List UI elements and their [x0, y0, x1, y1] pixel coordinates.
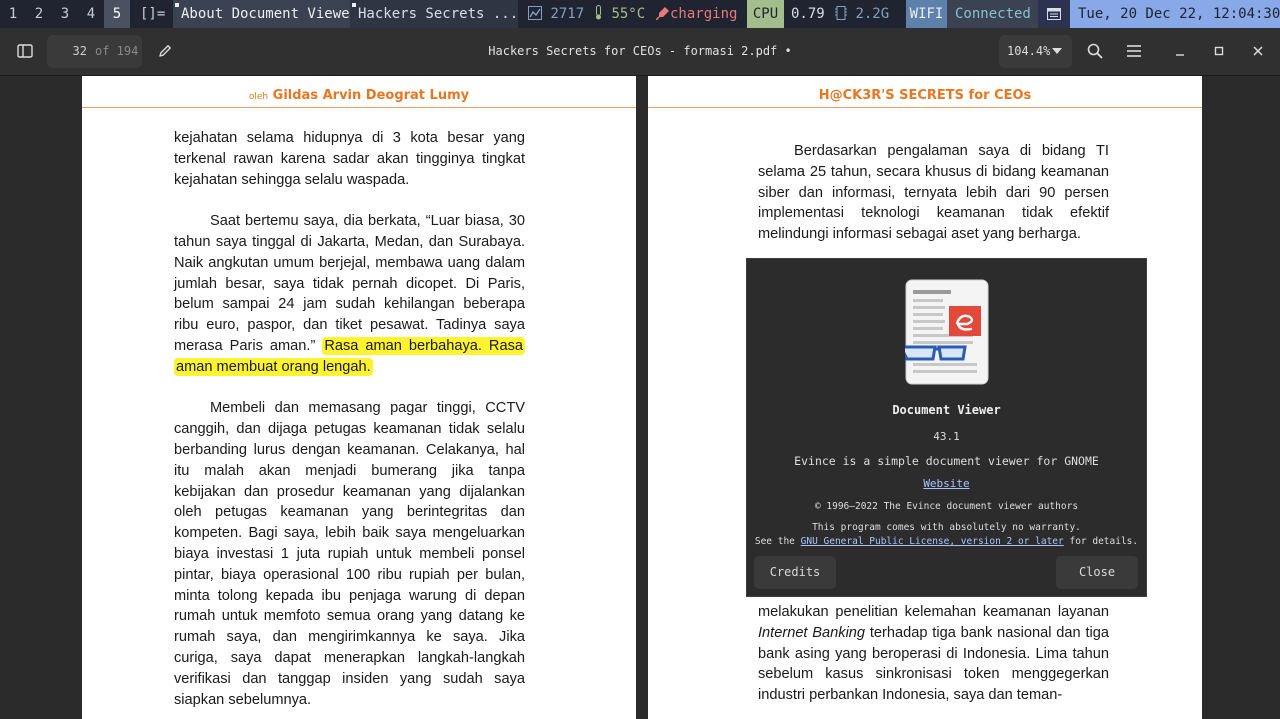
- zoom-selector[interactable]: 104.4%: [999, 35, 1072, 68]
- header-author: Gildas Arvin Deograt Lumy: [272, 88, 470, 103]
- copyright-text: © 1996–2022 The Evince document viewer a…: [814, 501, 1079, 512]
- maximize-icon: [1214, 46, 1224, 56]
- window-title-hackers[interactable]: Hackers Secrets ...: [350, 0, 518, 28]
- app-version: 43.1: [933, 430, 960, 443]
- header-by-label: oleh: [248, 92, 269, 102]
- credits-button[interactable]: Credits: [754, 556, 836, 589]
- header-rule: [82, 107, 636, 108]
- about-dialog: Document Viewer 43.1 Evince is a simple …: [746, 258, 1147, 597]
- chevron-down-icon: [1052, 35, 1062, 68]
- workspace-3[interactable]: 3: [52, 0, 78, 28]
- temperature-value: 55°C: [611, 6, 646, 22]
- license-suffix: for details.: [1069, 536, 1139, 547]
- battery-widget: charging: [656, 0, 737, 28]
- page-total: of 194: [95, 44, 139, 58]
- minimize-button[interactable]: [1163, 34, 1197, 68]
- window-marker-icon: [352, 3, 356, 7]
- license-prefix: See the: [754, 536, 795, 547]
- running-header-left: oleh Gildas Arvin Deograt Lumy: [82, 88, 636, 103]
- sidebar-toggle-button[interactable]: [8, 34, 42, 68]
- workspace-1[interactable]: 1: [0, 0, 26, 28]
- right-page-text-bottom: melakukan penelitian kelemahan keamanan …: [758, 602, 1109, 719]
- window-title-about-label: About Document Viewer: [181, 6, 353, 22]
- app-logo: [898, 279, 989, 385]
- memory-value: 2.2G: [855, 6, 890, 22]
- paragraph-text: Saat bertemu saya, dia berkata, “Luar bi…: [174, 213, 525, 354]
- workspace-4[interactable]: 4: [78, 0, 104, 28]
- window-marker-icon: [175, 3, 179, 7]
- cpu-label: CPU: [747, 0, 784, 28]
- top-status-bar: 1 2 3 4 5 []= About Document Viewer Hack…: [0, 0, 1280, 28]
- close-window-button[interactable]: [1241, 34, 1275, 68]
- header-rule: [648, 107, 1202, 108]
- warranty-text: This program comes with absolutely no wa…: [812, 522, 1081, 533]
- paragraph: Berdasarkan pengalaman saya di bidang TI…: [758, 143, 1109, 243]
- close-dialog-button[interactable]: Close: [1056, 556, 1138, 589]
- right-page-text-top: Berdasarkan pengalaman saya di bidang TI…: [758, 141, 1109, 266]
- zoom-value: 104.4%: [1007, 44, 1051, 58]
- cpu-value: 0.79: [791, 6, 825, 22]
- paragraph-text: melakukan penelitian kelemahan keamanan …: [758, 604, 1109, 620]
- window-title-hackers-label: Hackers Secrets ...: [358, 6, 518, 22]
- minimize-icon: [1176, 54, 1184, 56]
- paragraph: Saat bertemu saya, dia berkata, “Luar bi…: [174, 211, 525, 377]
- document-title: Hackers Secrets for CEOs - formasi 2.pdf…: [488, 44, 792, 58]
- layout-indicator[interactable]: []=: [140, 0, 165, 28]
- website-row: Website: [747, 477, 1146, 490]
- paragraph: Membeli dan memasang pagar tinggi, CCTV …: [174, 400, 525, 708]
- temperature-widget: 55°C: [594, 0, 645, 28]
- paragraph: kejahatan selama hidupnya di 3 kota besa…: [174, 130, 525, 188]
- network-value: 2717: [550, 6, 585, 22]
- memory-icon: [835, 6, 847, 20]
- website-link[interactable]: Website: [923, 477, 969, 490]
- plug-icon: [656, 7, 669, 21]
- license-text: See the GNU General Public License, vers…: [747, 536, 1146, 547]
- memory-widget: 2.2G: [835, 0, 889, 28]
- search-icon: [1087, 43, 1103, 59]
- calendar-widget[interactable]: [1038, 0, 1070, 28]
- battery-status: charging: [670, 6, 738, 22]
- chart-icon: [528, 6, 542, 20]
- wifi-status: Connected: [947, 0, 1039, 28]
- thermometer-icon: [596, 5, 601, 20]
- search-button[interactable]: [1078, 34, 1112, 68]
- maximize-button[interactable]: [1202, 34, 1236, 68]
- workspace-2[interactable]: 2: [26, 0, 52, 28]
- network-widget: 2717: [528, 0, 584, 28]
- calendar-icon: [1047, 8, 1061, 20]
- page-number-input[interactable]: 32: [47, 35, 87, 68]
- annotate-button[interactable]: [148, 34, 182, 68]
- page-selector[interactable]: 32 of 194: [47, 35, 142, 68]
- left-page-text: kejahatan selama hidupnya di 3 kota besa…: [174, 128, 525, 719]
- app-name: Document Viewer: [892, 403, 1001, 417]
- sidebar-icon: [17, 44, 33, 58]
- window-title-about[interactable]: About Document Viewer: [173, 0, 353, 28]
- italic-term: Internet Banking: [758, 624, 866, 641]
- app-description: Evince is a simple document viewer for G…: [794, 454, 1099, 468]
- running-header-right: H@CK3R'S SECRETS for CEOs: [818, 88, 1032, 103]
- viewer-headerbar: 32 of 194 Hackers Secrets for CEOs - for…: [0, 28, 1280, 76]
- workspace-5[interactable]: 5: [104, 0, 130, 28]
- wifi-label: WIFI: [906, 0, 947, 28]
- hamburger-menu-icon: [1127, 45, 1141, 57]
- close-icon: [1253, 46, 1263, 56]
- document-page-left[interactable]: oleh Gildas Arvin Deograt Lumy kejahatan…: [82, 76, 636, 719]
- license-link[interactable]: GNU General Public License, version 2 or…: [801, 536, 1064, 547]
- datetime: Tue, 20 Dec 22, 12:04:30AM: [1070, 0, 1280, 28]
- pencil-icon: [159, 45, 171, 57]
- main-menu-button[interactable]: [1117, 34, 1151, 68]
- paragraph: melakukan penelitian kelemahan keamanan …: [758, 602, 1109, 706]
